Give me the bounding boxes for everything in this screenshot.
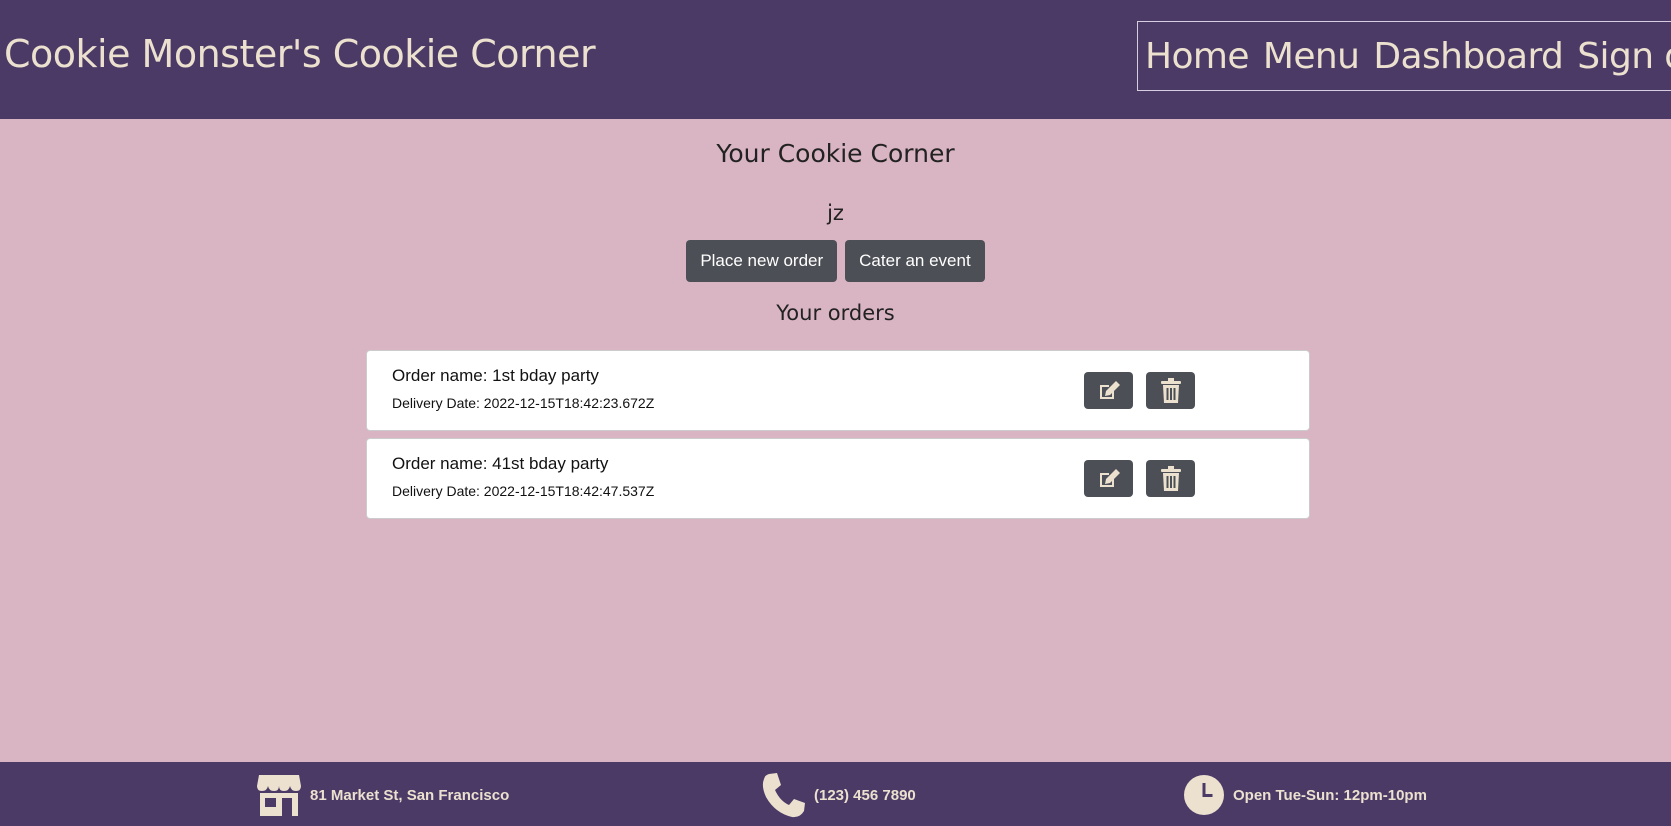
site-brand[interactable]: Cookie Monster's Cookie Corner <box>4 32 596 76</box>
order-name: Order name: 41st bday party <box>392 454 609 473</box>
footer-address-text: 81 Market St, San Francisco <box>310 786 510 804</box>
pencil-square-icon <box>1099 380 1120 399</box>
orders-title: Your orders <box>776 301 895 325</box>
order-card: Order name: 41st bday party Delivery Dat… <box>366 438 1310 519</box>
page-title: Your Cookie Corner <box>716 139 955 168</box>
footer-phone-text: (123) 456 7890 <box>814 786 916 804</box>
site-footer: 81 Market St, San Francisco (123) 456 78… <box>0 762 1671 826</box>
footer-address: 81 Market St, San Francisco <box>256 772 509 818</box>
nav-home[interactable]: Home <box>1145 36 1250 77</box>
footer-hours: Open Tue-Sun: 12pm-10pm <box>1183 772 1427 818</box>
main-nav: Home Menu Dashboard Sign out <box>1137 21 1671 91</box>
order-delivery-date: Delivery Date: 2022-12-15T18:42:23.672Z <box>392 395 655 411</box>
nav-menu[interactable]: Menu <box>1263 36 1360 77</box>
store-icon <box>257 775 301 816</box>
place-new-order-button[interactable]: Place new order <box>686 240 838 282</box>
nav-dashboard[interactable]: Dashboard <box>1373 36 1564 77</box>
site-header: Cookie Monster's Cookie Corner Home Menu… <box>0 0 1671 119</box>
edit-order-button[interactable] <box>1084 372 1133 409</box>
nav-sign-out[interactable]: Sign out <box>1577 36 1671 77</box>
order-name: Order name: 1st bday party <box>392 366 599 385</box>
footer-hours-text: Open Tue-Sun: 12pm-10pm <box>1233 786 1427 804</box>
order-card: Order name: 1st bday party Delivery Date… <box>366 350 1310 431</box>
order-actions: Place new order Cater an event <box>0 240 1671 282</box>
trash-icon <box>1160 465 1181 491</box>
delete-order-button[interactable] <box>1146 372 1195 409</box>
phone-icon <box>762 773 805 818</box>
edit-order-button[interactable] <box>1084 460 1133 497</box>
order-delivery-date: Delivery Date: 2022-12-15T18:42:47.537Z <box>392 483 655 499</box>
footer-phone: (123) 456 7890 <box>760 772 916 818</box>
cater-event-button[interactable]: Cater an event <box>845 240 985 282</box>
username: jz <box>827 201 844 225</box>
pencil-square-icon <box>1099 468 1120 487</box>
trash-icon <box>1160 377 1181 403</box>
clock-icon <box>1184 775 1224 815</box>
delete-order-button[interactable] <box>1146 460 1195 497</box>
